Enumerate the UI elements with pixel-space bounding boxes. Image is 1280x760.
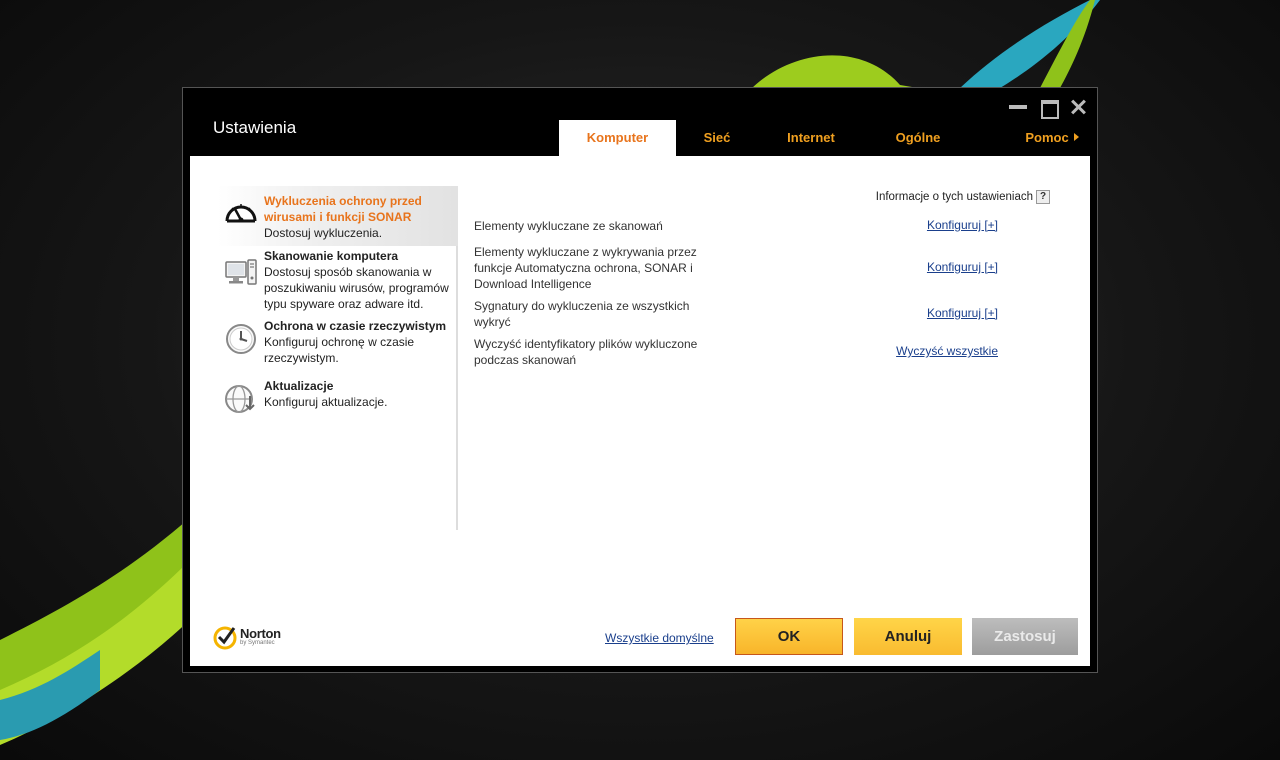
sidebar-item-desc: Konfiguruj ochronę w czasie rzeczywistym… [264, 335, 415, 365]
row-label: Elementy wykluczane z wykrywania przez f… [474, 245, 697, 291]
sidebar-item-exclusions[interactable]: Wykluczenia ochrony przed wirusami i fun… [218, 186, 458, 246]
sidebar-item-text: Skanowanie komputera Dostosuj sposób ska… [264, 248, 456, 312]
configure-link[interactable]: Konfiguruj [+] [927, 260, 998, 274]
tab-internet[interactable]: Internet [758, 120, 864, 156]
sidebar-item-text: Wykluczenia ochrony przed wirusami i fun… [264, 193, 456, 241]
sidebar-item-title: Wykluczenia ochrony przed wirusami i fun… [264, 194, 422, 224]
norton-sub: by Symantec [240, 640, 275, 646]
sidebar-item-desc: Konfiguruj aktualizacje. [264, 395, 388, 409]
clear-all-link[interactable]: Wyczyść wszystkie [896, 344, 998, 358]
info-label: Informacje o tych ustawieniach [875, 191, 1033, 203]
sidebar-item-realtime[interactable]: Ochrona w czasie rzeczywistym Konfiguruj… [218, 316, 458, 376]
sidebar-item-title: Aktualizacje [264, 379, 334, 393]
window-title: Ustawienia [213, 118, 297, 137]
sidebar-item-updates[interactable]: Aktualizacje Konfiguruj aktualizacje. [218, 376, 458, 426]
clock-icon [226, 324, 256, 354]
tab-pomoc[interactable]: Pomoc [1012, 120, 1092, 156]
settings-row: Sygnatury do wykluczenia ze wszystkich w… [474, 298, 1044, 332]
row-label: Elementy wykluczane ze skanowań [474, 219, 663, 233]
globe-update-icon [225, 385, 255, 413]
sidebar: Wykluczenia ochrony przed wirusami i fun… [218, 186, 458, 530]
cancel-button[interactable]: Anuluj [854, 618, 962, 655]
sidebar-item-title: Skanowanie komputera [264, 249, 399, 263]
settings-row: Wyczyść identyfikatory plików wykluczone… [474, 336, 1044, 370]
window-controls [1009, 98, 1087, 119]
norton-logo: Norton by Symantec [212, 624, 281, 650]
settings-row: Elementy wykluczane z wykrywania przez f… [474, 244, 1044, 294]
tab-ogolne[interactable]: Ogólne [864, 120, 972, 156]
row-label: Sygnatury do wykluczenia ze wszystkich w… [474, 299, 690, 329]
speedometer-icon [225, 204, 257, 223]
norton-name: Norton [240, 626, 281, 641]
settings-panel: Wykluczenia ochrony przed wirusami i fun… [190, 156, 1090, 666]
norton-wordmark: Norton by Symantec [240, 627, 281, 647]
all-defaults-link[interactable]: Wszystkie domyślne [605, 631, 714, 645]
sidebar-item-desc: Dostosuj wykluczenia. [264, 226, 383, 240]
close-icon[interactable] [1069, 98, 1087, 116]
minimize-icon[interactable] [1009, 98, 1027, 116]
info-about-settings[interactable]: Informacje o tych ustawieniach ? [876, 190, 1050, 204]
computer-icon [225, 259, 257, 285]
sidebar-item-desc: Dostosuj sposób skanowania w poszukiwani… [264, 265, 449, 311]
configure-link[interactable]: Konfiguruj [+] [927, 218, 998, 232]
help-icon[interactable]: ? [1036, 190, 1050, 204]
apply-button[interactable]: Zastosuj [972, 618, 1078, 655]
tab-pomoc-label: Pomoc [1025, 130, 1069, 145]
row-label: Wyczyść identyfikatory plików wykluczone… [474, 337, 698, 367]
arrow-right-icon [1073, 133, 1079, 141]
tab-komputer[interactable]: Komputer [559, 120, 676, 156]
norton-check-icon [213, 626, 237, 650]
tab-bar: Komputer Sieć Internet Ogólne Pomoc [559, 120, 1091, 156]
configure-link[interactable]: Konfiguruj [+] [927, 306, 998, 320]
settings-row: Elementy wykluczane ze skanowań Konfigur… [474, 218, 1044, 238]
tab-siec[interactable]: Sieć [676, 120, 758, 156]
sidebar-item-text: Aktualizacje Konfiguruj aktualizacje. [264, 378, 456, 410]
sidebar-item-text: Ochrona w czasie rzeczywistym Konfiguruj… [264, 318, 456, 366]
sidebar-item-scanning[interactable]: Skanowanie komputera Dostosuj sposób ska… [218, 246, 458, 316]
ok-button[interactable]: OK [735, 618, 843, 655]
sidebar-item-title: Ochrona w czasie rzeczywistym [264, 319, 447, 333]
maximize-icon[interactable] [1039, 98, 1059, 119]
settings-window: Ustawienia Komputer Sieć Internet Ogólne… [182, 87, 1098, 673]
